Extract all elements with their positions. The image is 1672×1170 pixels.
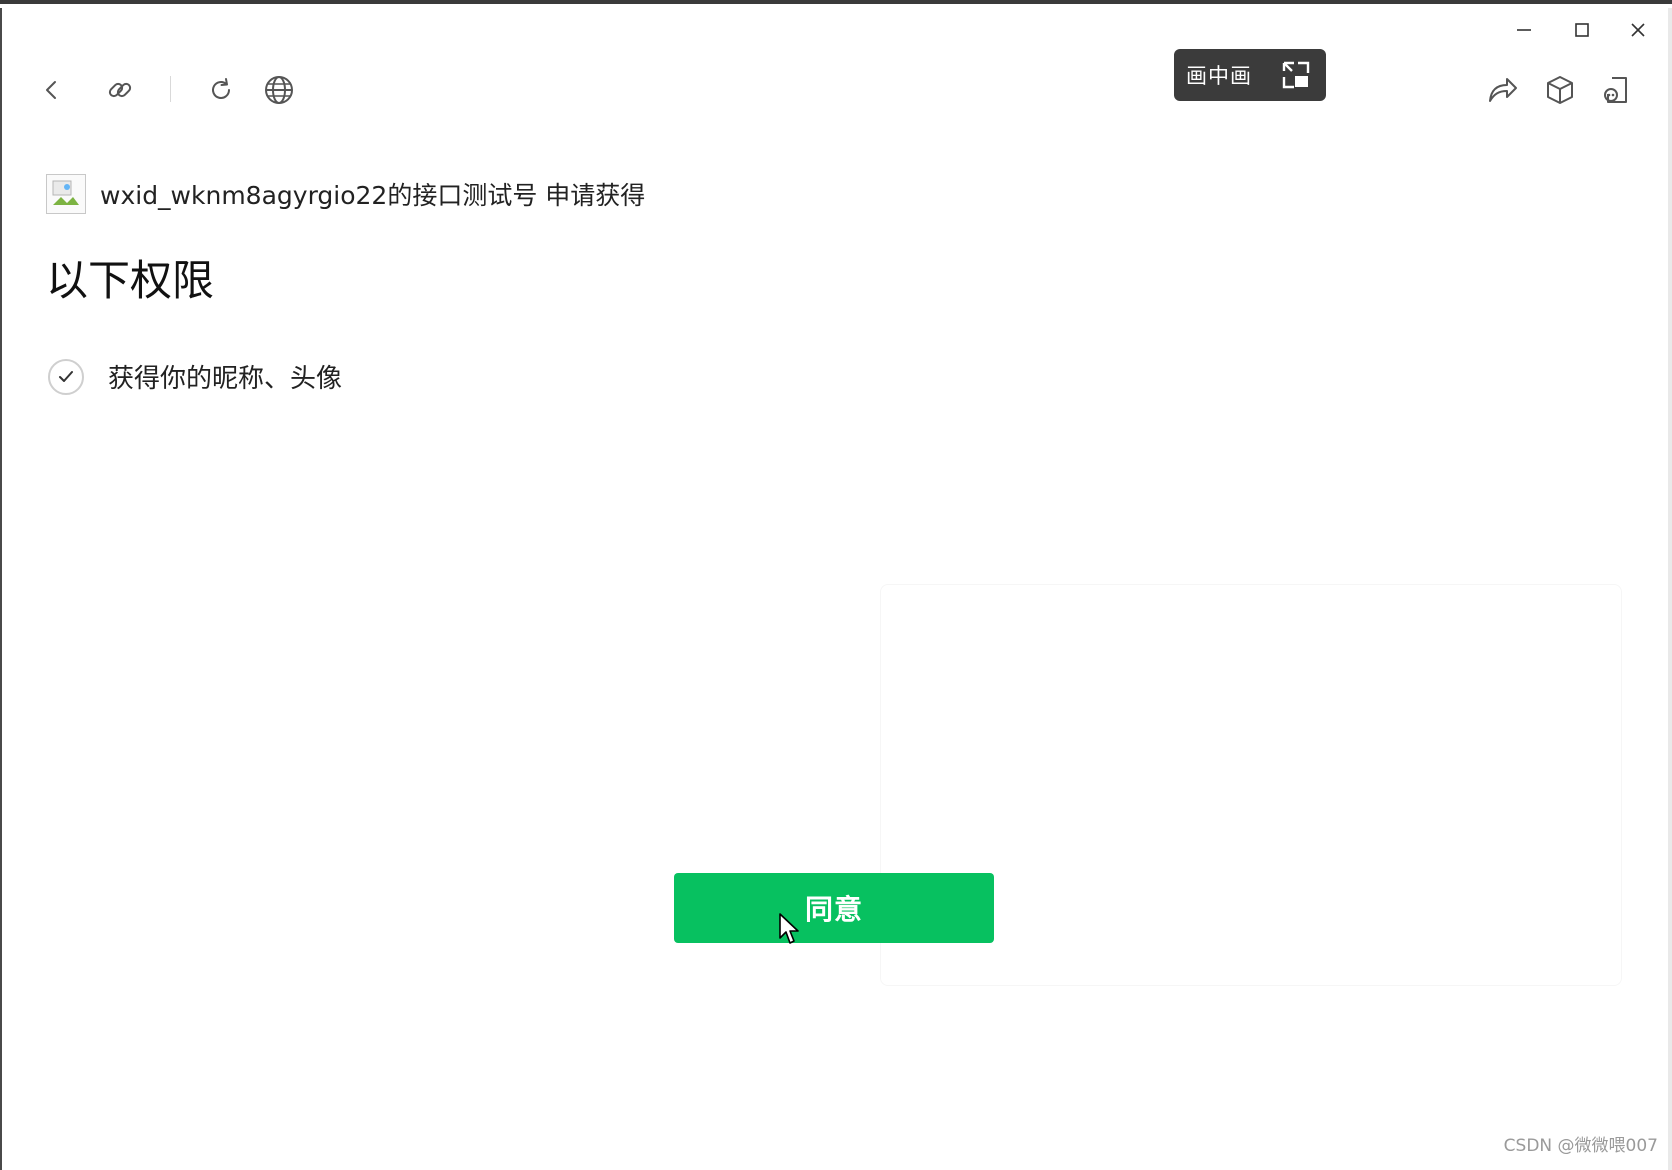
app-request-row: wxid_wknm8agyrgio22的接口测试号 申请获得: [46, 174, 645, 214]
minimize-button[interactable]: [1502, 12, 1546, 48]
globe-icon: [265, 76, 293, 104]
broken-image-icon: [52, 180, 79, 205]
refresh-icon: [212, 78, 230, 99]
link-icon: [108, 82, 132, 98]
cube-icon: [1547, 76, 1573, 104]
share-icon: [1489, 78, 1517, 102]
mini-program-button[interactable]: [1594, 68, 1638, 112]
mini-program-icon: [1604, 77, 1627, 103]
check-icon: [59, 370, 73, 382]
close-button[interactable]: [1616, 12, 1660, 48]
app-request-text: wxid_wknm8agyrgio22的接口测试号 申请获得: [100, 181, 646, 210]
picture-in-picture-button[interactable]: 画中画: [1174, 49, 1326, 101]
close-icon: [1631, 23, 1645, 37]
refresh-button[interactable]: [199, 68, 243, 112]
permission-label: 获得你的昵称、头像: [108, 364, 343, 394]
pip-icon: [1282, 61, 1310, 89]
minimize-icon: [1517, 29, 1531, 31]
browser-window: 画中画 wxid_wknm8agyrgio22的接口测试号 申请获得 以下权限 …: [0, 0, 1672, 1170]
page-heading: 以下权限: [46, 256, 215, 305]
permission-item[interactable]: 获得你的昵称、头像: [48, 358, 342, 395]
mouse-cursor-icon: [779, 913, 799, 944]
app-avatar: [46, 174, 86, 214]
agree-button[interactable]: 同意: [674, 873, 994, 943]
pip-label: 画中画: [1186, 64, 1252, 88]
watermark: CSDN @微微喂007: [1503, 1136, 1658, 1156]
cube-button[interactable]: [1538, 68, 1582, 112]
share-button[interactable]: [1480, 68, 1524, 112]
open-in-browser-button[interactable]: [257, 68, 301, 112]
maximize-button[interactable]: [1560, 12, 1604, 48]
copy-link-button[interactable]: [98, 68, 142, 112]
back-icon: [46, 81, 56, 99]
maximize-icon: [1575, 23, 1589, 37]
window-border: [1668, 8, 1672, 1170]
window-border: [0, 8, 2, 1170]
toolbar-divider: [170, 76, 171, 102]
permission-checkbox[interactable]: [48, 358, 84, 395]
back-button[interactable]: [30, 68, 74, 112]
